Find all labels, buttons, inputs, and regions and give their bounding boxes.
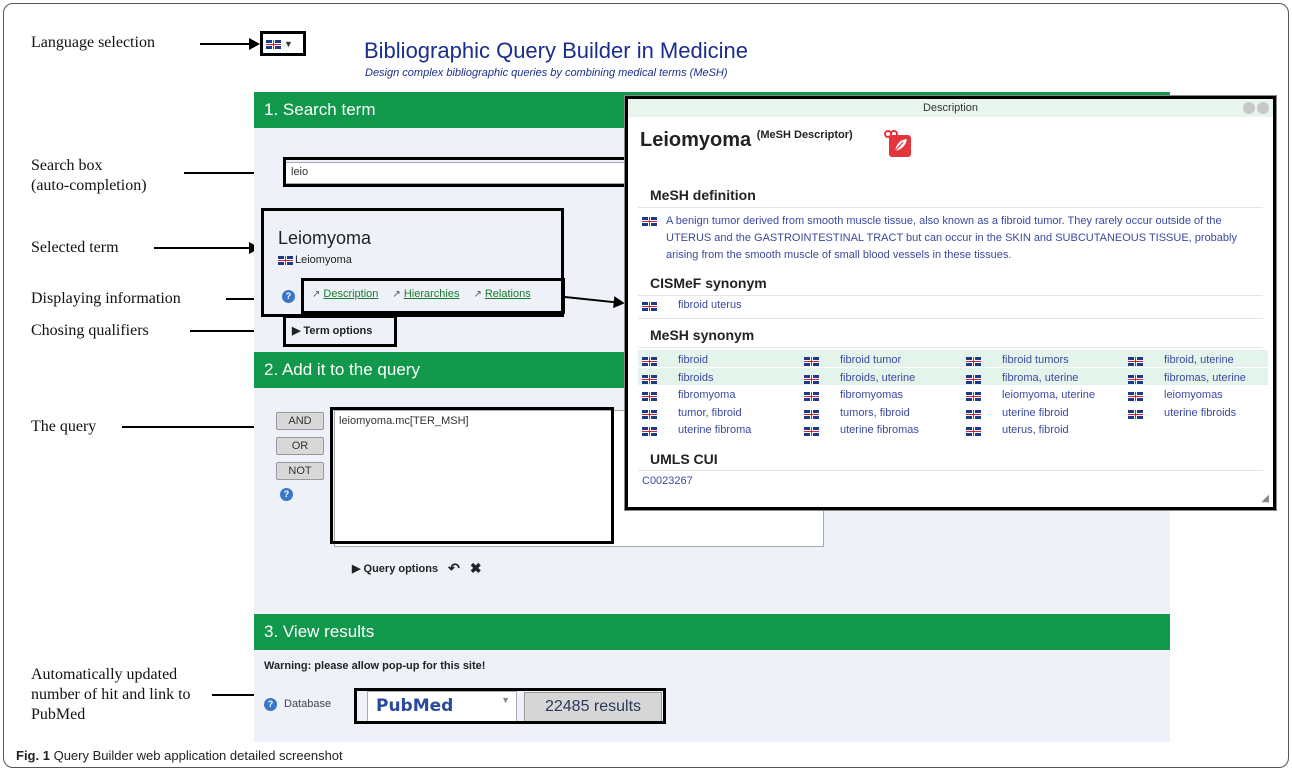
cismef-synonym-heading: CISMeF synonym [650, 275, 767, 291]
app-subtitle: Design complex bibliographic queries by … [365, 67, 728, 79]
mesh-synonym: fibromyomas [840, 389, 903, 401]
highlight-results [354, 688, 666, 724]
uk-flag-icon [804, 409, 819, 419]
or-button[interactable]: OR [276, 437, 324, 455]
annotation-query: The query [31, 418, 97, 435]
divider [638, 295, 1263, 296]
highlight-language [260, 31, 306, 56]
mesh-synonym: tumors, fibroid [840, 406, 910, 419]
mesh-synonym: fibroma, uterine [1002, 371, 1079, 384]
close-icon[interactable] [1257, 102, 1269, 114]
divider [638, 207, 1263, 208]
pin-icon[interactable] [1243, 102, 1255, 114]
uk-flag-icon [642, 217, 657, 226]
mesh-synonym: fibroids, uterine [840, 371, 916, 384]
mesh-definition-heading: MeSH definition [650, 187, 756, 203]
mesh-definition-text: A benign tumor derived from smooth muscl… [666, 215, 1237, 261]
mesh-synonym: fibroids [678, 371, 714, 384]
figure-caption: Fig. 1 Query Builder web application det… [16, 748, 343, 763]
mesh-synonym: leiomyoma, uterine [1002, 389, 1095, 401]
mesh-synonym-heading: MeSH synonym [650, 327, 755, 343]
annotation-displaying-info: Displaying information [31, 290, 181, 307]
annotation-language: Language selection [31, 34, 155, 51]
uk-flag-icon [804, 374, 819, 384]
highlight-query [330, 407, 614, 544]
section-view-results: 3. View results [254, 614, 1170, 650]
uk-flag-icon [642, 427, 657, 436]
popup-warning: Warning: please allow pop-up for this si… [264, 660, 486, 672]
resize-handle-icon[interactable]: ◢ [1261, 493, 1269, 504]
mesh-synonym: fibroid tumors [1002, 354, 1069, 366]
uk-flag-icon [966, 374, 981, 384]
arrow-selected-term [154, 242, 260, 254]
mesh-synonym: uterine fibroids [1164, 406, 1237, 419]
mesh-synonym: tumor, fibroid [678, 406, 742, 419]
uk-flag-icon [642, 409, 657, 419]
divider [638, 470, 1263, 471]
highlight-info-links [301, 278, 565, 314]
mesh-synonym: uterine fibroid [1002, 406, 1069, 419]
uk-flag-icon [804, 357, 819, 366]
undo-icon[interactable]: ↶ [448, 560, 460, 577]
mesh-synonym: fibromyoma [678, 389, 736, 401]
cismef-logo-icon [884, 130, 911, 157]
mesh-synonym: fibroid tumor [840, 354, 902, 366]
umls-heading: UMLS CUI [650, 451, 718, 467]
not-button[interactable]: NOT [276, 462, 324, 480]
uk-flag-icon [1128, 357, 1143, 366]
uk-flag-icon [1128, 374, 1143, 384]
uk-flag-icon [966, 409, 981, 419]
divider [638, 318, 1263, 319]
dialog-titlebar: Description [628, 99, 1273, 117]
annotation-qualifiers: Chosing qualifiers [31, 322, 149, 339]
and-button[interactable]: AND [276, 412, 324, 430]
figure-frame: Language selection Search box (auto-compl… [3, 3, 1289, 768]
help-icon[interactable]: ? [264, 698, 277, 711]
uk-flag-icon [966, 357, 981, 366]
uk-flag-icon [642, 357, 657, 366]
uk-flag-icon [966, 392, 981, 401]
uk-flag-icon [1128, 409, 1143, 419]
highlight-search-box [283, 157, 629, 187]
mesh-synonym: uterus, fibroid [1002, 424, 1069, 436]
divider [638, 347, 1263, 348]
uk-flag-icon [966, 427, 981, 436]
description-dialog: Description Leiomyoma (MeSH Descriptor) … [625, 96, 1276, 510]
mesh-synonym: uterine fibromas [840, 424, 919, 436]
uk-flag-icon [1128, 392, 1143, 401]
dialog-controls [1243, 102, 1269, 114]
uk-flag-icon [804, 427, 819, 436]
umls-cui-value: C0023267 [642, 475, 693, 487]
highlight-term-options [283, 315, 397, 347]
clear-icon[interactable]: ✖ [470, 560, 482, 577]
query-options-toggle[interactable]: ▶ Query options [352, 562, 438, 575]
dialog-term-title: Leiomyoma (MeSH Descriptor) [640, 129, 853, 151]
uk-flag-icon [642, 374, 657, 384]
mesh-synonym: fibroid, uterine [1164, 354, 1234, 366]
app-title: Bibliographic Query Builder in Medicine [364, 38, 748, 63]
mesh-synonym: fibroid [678, 354, 708, 366]
annotation-search-box: Search box (auto-completion) [31, 157, 147, 194]
annotation-selected-term: Selected term [31, 239, 119, 256]
arrow-language [200, 38, 260, 50]
annotation-results: Automatically updated number of hit and l… [31, 666, 191, 723]
mesh-synonym: uterine fibroma [678, 424, 752, 436]
uk-flag-icon [804, 392, 819, 401]
query-options: ▶ Query options ↶ ✖ [352, 560, 482, 577]
uk-flag-icon [642, 392, 657, 401]
database-label: Database [284, 698, 332, 710]
mesh-synonym: leiomyomas [1164, 389, 1223, 401]
mesh-synonym: fibromas, uterine [1164, 371, 1246, 384]
cismef-synonym: fibroid uterus [678, 299, 742, 311]
help-icon[interactable]: ? [280, 488, 293, 501]
uk-flag-icon [642, 302, 657, 311]
